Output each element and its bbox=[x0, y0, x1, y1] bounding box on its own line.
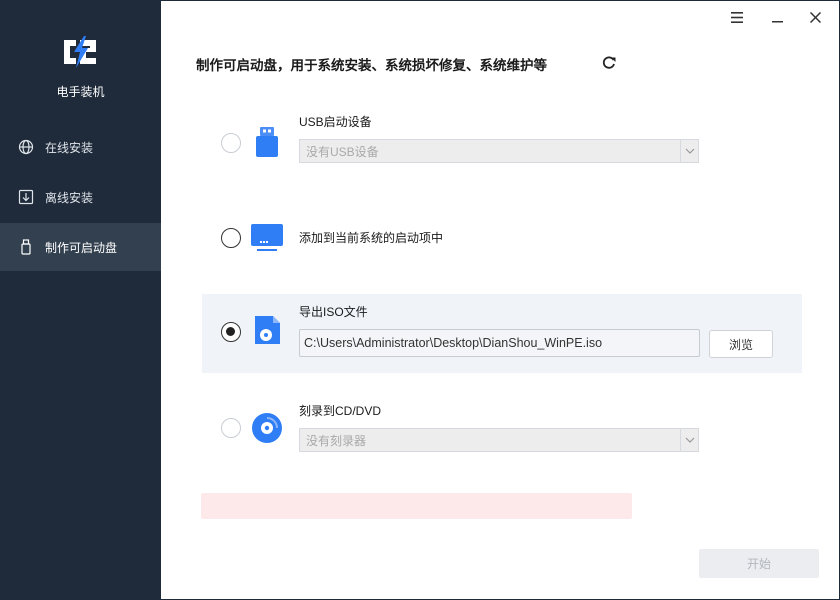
iso-path-input[interactable]: C:\Users\Administrator\Desktop\DianShou_… bbox=[299, 329, 700, 357]
minimize-icon bbox=[771, 20, 783, 22]
start-button[interactable]: 开始 bbox=[699, 549, 819, 578]
usb-option-radio[interactable] bbox=[221, 133, 241, 153]
close-icon bbox=[809, 11, 821, 23]
error-message-bar bbox=[201, 493, 632, 519]
monitor-icon bbox=[251, 224, 283, 251]
usb-icon bbox=[256, 127, 278, 157]
cd-dvd-option-label: 刻录到CD/DVD bbox=[299, 404, 382, 418]
boot-menu-option-radio[interactable] bbox=[221, 228, 241, 248]
minimize-button[interactable] bbox=[766, 7, 788, 27]
usb-option-label: USB启动设备 bbox=[299, 115, 372, 129]
app-name: 电手装机 bbox=[56, 85, 105, 99]
chevron-down-icon bbox=[680, 429, 698, 451]
cd-dvd-option-radio[interactable] bbox=[221, 418, 241, 438]
chevron-down-icon bbox=[680, 140, 698, 162]
menu-button[interactable] bbox=[726, 7, 748, 27]
disc-icon bbox=[252, 413, 282, 443]
iso-option-label: 导出ISO文件 bbox=[299, 305, 368, 319]
sidebar-item-offline-install[interactable]: 离线安装 bbox=[0, 173, 161, 221]
iso-file-icon bbox=[255, 316, 280, 344]
main-panel: 制作可启动盘，用于系统安装、系统损坏修复、系统维护等 USB启动设备 没有USB… bbox=[161, 1, 839, 599]
sidebar-item-label: 在线安装 bbox=[45, 140, 94, 155]
refresh-icon[interactable] bbox=[601, 55, 617, 71]
sidebar: 电手装机 在线安装 离线安装 制作可启动盘 bbox=[0, 0, 161, 600]
globe-icon bbox=[18, 139, 34, 155]
boot-menu-option-label: 添加到当前系统的启动项中 bbox=[299, 231, 444, 245]
app-logo-icon bbox=[64, 36, 96, 68]
usb-device-select[interactable]: 没有USB设备 bbox=[299, 139, 699, 163]
iso-option-radio[interactable] bbox=[221, 322, 241, 342]
usb-drive-icon bbox=[18, 239, 34, 255]
page-title: 制作可启动盘，用于系统安装、系统损坏修复、系统维护等 bbox=[196, 58, 547, 73]
close-button[interactable] bbox=[804, 7, 826, 27]
sidebar-item-online-install[interactable]: 在线安装 bbox=[0, 123, 161, 171]
sidebar-item-label: 制作可启动盘 bbox=[45, 240, 118, 255]
browse-button[interactable]: 浏览 bbox=[709, 330, 773, 358]
menu-icon bbox=[731, 11, 743, 23]
download-box-icon bbox=[18, 189, 34, 205]
burner-select[interactable]: 没有刻录器 bbox=[299, 428, 699, 452]
sidebar-item-make-bootable[interactable]: 制作可启动盘 bbox=[0, 223, 161, 271]
sidebar-item-label: 离线安装 bbox=[45, 190, 94, 205]
